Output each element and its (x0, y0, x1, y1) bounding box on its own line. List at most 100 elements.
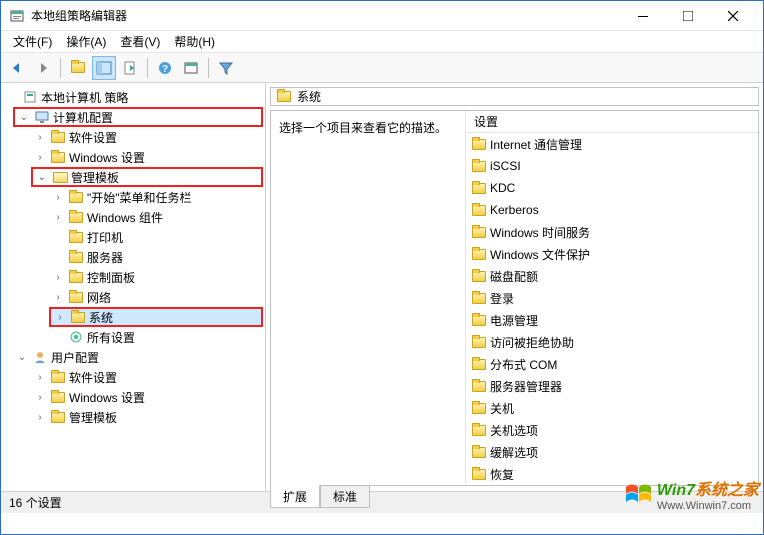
filter-button[interactable] (214, 56, 238, 80)
tree-all-settings[interactable]: 所有设置 (49, 327, 263, 347)
list-item-label: 磁盘配额 (490, 268, 538, 285)
close-button[interactable] (710, 2, 755, 30)
tree-pane[interactable]: 本地计算机 策略 ⌄ 计算机配置 › 软件设置 › Windows 设置 (1, 83, 266, 491)
folder-icon (71, 312, 85, 323)
toggle-icon[interactable]: › (33, 390, 47, 404)
tree-label: 软件设置 (69, 129, 117, 146)
list-item-label: iSCSI (490, 159, 521, 173)
help-button[interactable]: ? (153, 56, 177, 80)
list-item[interactable]: Kerberos (466, 199, 758, 221)
list-item[interactable]: iSCSI (466, 155, 758, 177)
folder-icon (472, 359, 486, 370)
tree-u-software[interactable]: › 软件设置 (31, 367, 263, 387)
list-item[interactable]: 关机选项 (466, 419, 758, 441)
list-item-label: 电源管理 (490, 312, 538, 329)
list-item-label: 缓解选项 (490, 444, 538, 461)
tree-label: 系统 (89, 309, 113, 326)
toggle-icon[interactable]: ⌄ (35, 170, 49, 184)
tree-u-windows[interactable]: › Windows 设置 (31, 387, 263, 407)
list-item[interactable]: 恢复 (466, 463, 758, 485)
tree-windows-components[interactable]: › Windows 组件 (49, 207, 263, 227)
tree-user-config[interactable]: ⌄ 用户配置 (13, 347, 263, 367)
menu-action[interactable]: 操作(A) (60, 31, 112, 52)
toggle-icon[interactable]: › (53, 310, 67, 324)
tree-windows-settings[interactable]: ›Windows 设置 (31, 147, 263, 167)
tree-printers[interactable]: 打印机 (49, 227, 263, 247)
list-item-label: 分布式 COM (490, 356, 557, 373)
list-item-label: Internet 通信管理 (490, 136, 582, 153)
toggle-icon[interactable]: › (33, 410, 47, 424)
list-item[interactable]: 磁盘配额 (466, 265, 758, 287)
list-item[interactable]: 访问被拒绝协助 (466, 331, 758, 353)
list-item[interactable]: 关机 (466, 397, 758, 419)
minimize-button[interactable] (620, 2, 665, 30)
tree-label: 管理模板 (71, 169, 119, 186)
folder-icon (472, 161, 486, 172)
folder-icon (472, 315, 486, 326)
properties-button[interactable] (179, 56, 203, 80)
user-icon (32, 349, 48, 365)
menu-file[interactable]: 文件(F) (7, 31, 58, 52)
status-text: 16 个设置 (9, 494, 62, 511)
tree-admin-templates[interactable]: ⌄ 管理模板 (31, 167, 263, 187)
list-item[interactable]: Windows 文件保护 (466, 243, 758, 265)
tree-label: 控制面板 (87, 269, 135, 286)
toggle-icon[interactable]: › (51, 270, 65, 284)
show-hide-tree-button[interactable] (92, 56, 116, 80)
tree-label: 计算机配置 (53, 109, 113, 126)
list-item[interactable]: 登录 (466, 287, 758, 309)
tree-system[interactable]: › 系统 (49, 307, 263, 327)
svg-text:?: ? (162, 64, 168, 75)
toggle-icon[interactable]: › (51, 190, 65, 204)
tree-control-panel[interactable]: › 控制面板 (49, 267, 263, 287)
menu-bar: 文件(F) 操作(A) 查看(V) 帮助(H) (1, 31, 763, 53)
menu-help[interactable]: 帮助(H) (168, 31, 221, 52)
list-item-label: 关机选项 (490, 422, 538, 439)
toggle-icon[interactable]: › (51, 290, 65, 304)
list-item[interactable]: 缓解选项 (466, 441, 758, 463)
export-button[interactable] (118, 56, 142, 80)
folder-icon (472, 403, 486, 414)
tree-u-admin[interactable]: ›管理模板 (31, 407, 263, 427)
folder-icon (472, 139, 486, 150)
tab-extended[interactable]: 扩展 (270, 485, 320, 508)
tab-standard[interactable]: 标准 (320, 486, 370, 508)
computer-icon (34, 109, 50, 125)
toggle-icon[interactable]: › (33, 130, 47, 144)
tree-network[interactable]: ›网络 (49, 287, 263, 307)
tree-label: Windows 组件 (87, 209, 163, 226)
tree-start-menu[interactable]: ›"开始"菜单和任务栏 (49, 187, 263, 207)
column-header-settings[interactable]: 设置 (466, 111, 758, 133)
up-button[interactable] (66, 56, 90, 80)
list-item[interactable]: 分布式 COM (466, 353, 758, 375)
toggle-icon[interactable]: › (51, 210, 65, 224)
folder-icon (472, 337, 486, 348)
list-item[interactable]: 电源管理 (466, 309, 758, 331)
menu-view[interactable]: 查看(V) (114, 31, 166, 52)
toggle-icon[interactable]: › (33, 150, 47, 164)
list-item-label: 服务器管理器 (490, 378, 562, 395)
tree-root[interactable]: 本地计算机 策略 (3, 87, 263, 107)
toggle-icon[interactable]: › (33, 370, 47, 384)
settings-list[interactable]: Internet 通信管理 iSCSI KDCKerberosWindows 时间服… (466, 133, 758, 485)
list-item-label: 关机 (490, 400, 514, 417)
list-item[interactable]: 服务器管理器 (466, 375, 758, 397)
folder-icon (277, 91, 291, 102)
maximize-button[interactable] (665, 2, 710, 30)
tree-computer-config[interactable]: ⌄ 计算机配置 (13, 107, 263, 127)
list-item[interactable]: KDC (466, 177, 758, 199)
folder-icon (51, 132, 65, 143)
policy-icon (22, 89, 38, 105)
back-button[interactable] (5, 56, 29, 80)
list-item[interactable]: Windows 时间服务 (466, 221, 758, 243)
tree-servers[interactable]: 服务器 (49, 247, 263, 267)
forward-button[interactable] (31, 56, 55, 80)
list-item[interactable]: Internet 通信管理 (466, 133, 758, 155)
tree-label: Windows 设置 (69, 389, 145, 406)
toggle-icon[interactable]: ⌄ (15, 350, 29, 364)
tree-label: 软件设置 (69, 369, 117, 386)
toggle-icon[interactable]: ⌄ (17, 110, 31, 124)
tree-software-settings[interactable]: › 软件设置 (31, 127, 263, 147)
folder-icon (51, 152, 65, 163)
folder-icon (472, 271, 486, 282)
